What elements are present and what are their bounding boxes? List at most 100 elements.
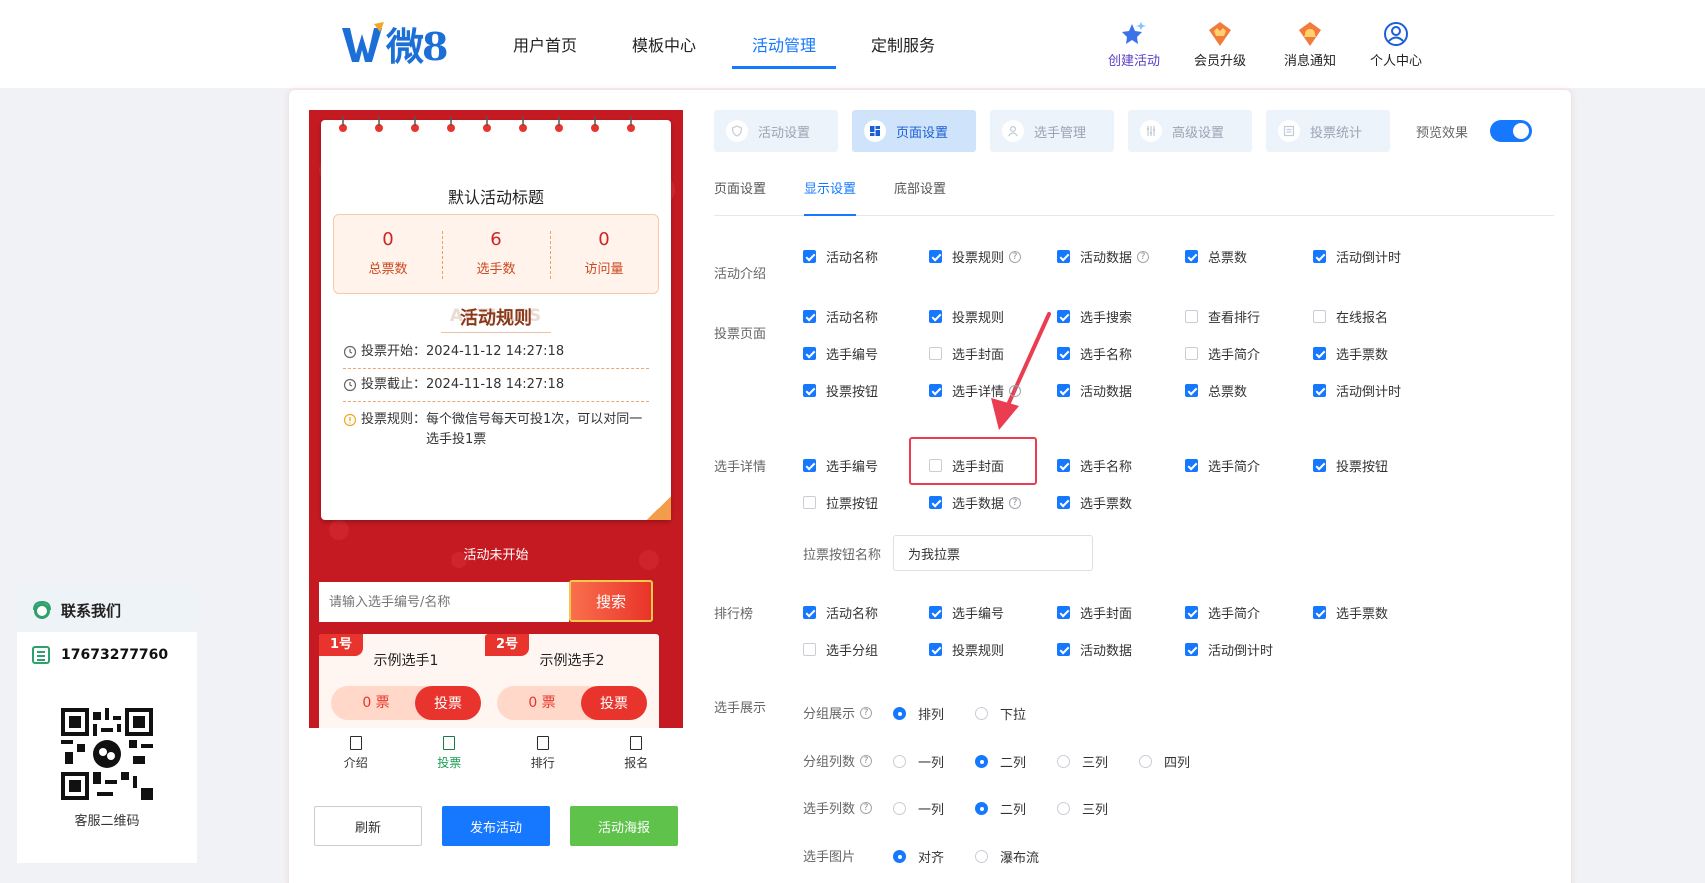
- preview-effect-toggle[interactable]: [1490, 120, 1532, 142]
- page-fold-corner: [647, 496, 671, 520]
- display-radio-option[interactable]: 三列: [1057, 799, 1108, 818]
- checkbox-checked-icon: [1185, 606, 1198, 619]
- phone-tab-vote[interactable]: 投票: [403, 730, 497, 778]
- tab-vote-statistics[interactable]: 投票统计: [1266, 110, 1390, 152]
- nav-user-home[interactable]: 用户首页: [513, 32, 577, 56]
- nav-template-center[interactable]: 模板中心: [632, 32, 696, 56]
- contact-panel: 联系我们 17673277760 客服二维码: [17, 588, 197, 863]
- vote-option-checkbox[interactable]: 投票按钮: [803, 381, 878, 400]
- nav-custom-service[interactable]: 定制服务: [871, 32, 935, 56]
- sub-tab-footer-settings[interactable]: 底部设置: [894, 178, 946, 216]
- player-search-input[interactable]: [319, 582, 569, 622]
- rank-option-checkbox[interactable]: 选手票数: [1313, 603, 1388, 622]
- checkbox-unchecked-icon: [1185, 310, 1198, 323]
- vote-option-checkbox[interactable]: 活动倒计时: [1313, 381, 1401, 400]
- display-radio-option[interactable]: 一列: [893, 799, 944, 818]
- phone-tab-rank[interactable]: 排行: [496, 730, 590, 778]
- phone-tab-intro[interactable]: 介绍: [309, 730, 403, 778]
- vote-option-checkbox[interactable]: 活动名称: [803, 307, 878, 326]
- rank-option-checkbox[interactable]: 选手封面: [1057, 603, 1132, 622]
- intro-option-checkbox[interactable]: 投票规则?: [929, 247, 1022, 266]
- help-question-icon[interactable]: ?: [860, 706, 873, 719]
- radio-label: 排列: [918, 708, 945, 723]
- help-question-icon[interactable]: ?: [1009, 250, 1022, 263]
- player-card[interactable]: 1号 示例选手1 0 票 投票: [319, 634, 493, 728]
- publish-activity-button[interactable]: 发布活动: [442, 806, 550, 846]
- detail-option-checkbox[interactable]: 投票按钮: [1313, 456, 1388, 475]
- vote-option-checkbox[interactable]: 选手简介: [1185, 344, 1260, 363]
- nav-activity-management[interactable]: 活动管理: [752, 32, 816, 56]
- intro-option-checkbox[interactable]: 活动名称: [803, 247, 878, 266]
- message-notice-button[interactable]: 消息通知: [1271, 20, 1349, 69]
- activity-poster-button[interactable]: 活动海报: [570, 806, 678, 846]
- canvass-button-name-input[interactable]: [893, 535, 1093, 571]
- detail-option-checkbox[interactable]: 选手票数: [1057, 493, 1132, 512]
- contact-phone[interactable]: 17673277760: [17, 632, 197, 678]
- detail-option-checkbox[interactable]: 选手名称: [1057, 456, 1132, 475]
- help-question-icon[interactable]: ?: [1009, 496, 1022, 509]
- display-radio-option[interactable]: 对齐: [893, 847, 944, 866]
- rank-option-checkbox[interactable]: 投票规则: [929, 640, 1004, 659]
- detail-option-checkbox[interactable]: 选手封面: [929, 456, 1004, 475]
- display-radio-option[interactable]: 二列: [975, 752, 1026, 771]
- vote-option-checkbox[interactable]: 总票数: [1185, 381, 1247, 400]
- vote-button[interactable]: 投票: [581, 686, 647, 720]
- player-card[interactable]: 2号 示例选手2 0 票 投票: [485, 634, 659, 728]
- logo[interactable]: 微8: [340, 18, 455, 69]
- detail-option-checkbox[interactable]: 拉票按钮: [803, 493, 878, 512]
- tab-page-settings[interactable]: 页面设置: [852, 110, 976, 152]
- vote-option-checkbox[interactable]: 选手详情?: [929, 381, 1022, 400]
- rank-option-checkbox[interactable]: 活动倒计时: [1185, 640, 1273, 659]
- vote-option-checkbox[interactable]: 活动数据: [1057, 381, 1132, 400]
- help-question-icon[interactable]: ?: [860, 801, 873, 814]
- clock-icon: [343, 345, 357, 359]
- intro-option-checkbox[interactable]: 活动数据?: [1057, 247, 1150, 266]
- vote-option-checkbox[interactable]: 在线报名: [1313, 307, 1388, 326]
- vote-option-checkbox[interactable]: 选手票数: [1313, 344, 1388, 363]
- rule-divider: [343, 401, 649, 402]
- detail-option-checkbox[interactable]: 选手数据?: [929, 493, 1022, 512]
- display-radio-option[interactable]: 二列: [975, 799, 1026, 818]
- display-radio-option[interactable]: 一列: [893, 752, 944, 771]
- rank-option-checkbox[interactable]: 选手分组: [803, 640, 878, 659]
- display-radio-option[interactable]: 瀑布流: [975, 847, 1039, 866]
- vote-option-checkbox[interactable]: 选手编号: [803, 344, 878, 363]
- tab-advanced-settings[interactable]: 高级设置: [1128, 110, 1252, 152]
- player-search-button[interactable]: 搜索: [569, 580, 653, 622]
- radio-label: 三列: [1082, 756, 1109, 771]
- vote-option-checkbox[interactable]: 选手搜索: [1057, 307, 1132, 326]
- intro-option-checkbox[interactable]: 活动倒计时: [1313, 247, 1401, 266]
- checkbox-label: 选手编号: [826, 460, 879, 475]
- vote-option-checkbox[interactable]: 查看排行: [1185, 307, 1260, 326]
- rank-option-checkbox[interactable]: 活动数据: [1057, 640, 1132, 659]
- phone-tab-signup[interactable]: 报名: [590, 730, 684, 778]
- display-radio-option[interactable]: 三列: [1057, 752, 1108, 771]
- rank-option-checkbox[interactable]: 选手编号: [929, 603, 1004, 622]
- detail-option-checkbox[interactable]: 选手简介: [1185, 456, 1260, 475]
- refresh-button[interactable]: 刷新: [314, 806, 422, 846]
- vote-button[interactable]: 投票: [415, 686, 481, 720]
- tab-activity-settings[interactable]: 活动设置: [714, 110, 838, 152]
- help-question-icon[interactable]: ?: [1009, 384, 1022, 397]
- sub-tab-display-settings[interactable]: 显示设置: [804, 178, 857, 216]
- display-radio-option[interactable]: 排列: [893, 704, 944, 723]
- create-activity-button[interactable]: 创建活动: [1095, 20, 1173, 69]
- personal-center-button[interactable]: 个人中心: [1357, 20, 1435, 69]
- intro-option-checkbox[interactable]: 总票数: [1185, 247, 1247, 266]
- rank-option-checkbox[interactable]: 活动名称: [803, 603, 878, 622]
- checkbox-label: 选手简介: [1208, 348, 1261, 363]
- vote-option-checkbox[interactable]: 投票规则: [929, 307, 1004, 326]
- tab-player-management[interactable]: 选手管理: [990, 110, 1114, 152]
- display-radio-option[interactable]: 四列: [1139, 752, 1190, 771]
- help-question-icon[interactable]: ?: [860, 754, 873, 767]
- sub-tab-page-settings[interactable]: 页面设置: [714, 178, 766, 216]
- help-question-icon[interactable]: ?: [1137, 250, 1150, 263]
- radio-unselected-icon: [1057, 755, 1070, 768]
- vote-option-checkbox[interactable]: 选手名称: [1057, 344, 1132, 363]
- member-upgrade-button[interactable]: 会员升级: [1181, 20, 1259, 69]
- detail-option-checkbox[interactable]: 选手编号: [803, 456, 878, 475]
- display-radio-option[interactable]: 下拉: [975, 704, 1026, 723]
- rank-option-checkbox[interactable]: 选手简介: [1185, 603, 1260, 622]
- checkbox-checked-icon: [1057, 250, 1070, 263]
- vote-option-checkbox[interactable]: 选手封面: [929, 344, 1004, 363]
